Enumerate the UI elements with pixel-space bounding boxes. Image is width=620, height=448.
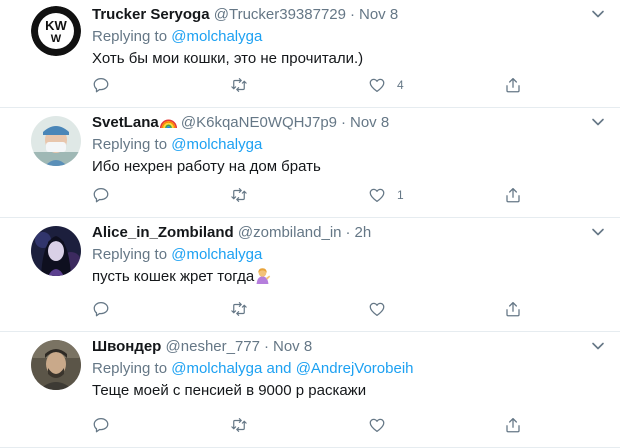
- person-tipping-hand-emoji-icon: [256, 268, 271, 284]
- mention-link[interactable]: @molchalyga: [171, 136, 262, 153]
- mention-link[interactable]: @molchalyga: [171, 28, 262, 45]
- display-name[interactable]: Alice_in_Zombiland: [92, 224, 234, 241]
- tweet-text-container: пусть кошек жрет тогда: [92, 267, 600, 287]
- avatar-logo-text: KW: [45, 18, 67, 33]
- tweet-header: SvetLana @K6kqaNE0WQHJ7p9 · Nov 8: [92, 113, 600, 133]
- display-name[interactable]: Швондер: [92, 338, 161, 355]
- chevron-down-icon[interactable]: [590, 6, 606, 22]
- tweet-actions: [92, 415, 532, 435]
- timestamp[interactable]: Nov 8: [273, 338, 312, 355]
- tweet-text: пусть кошек жрет тогда: [92, 268, 255, 285]
- like-button[interactable]: [368, 415, 397, 435]
- mention-joiner: and: [266, 360, 292, 377]
- share-button[interactable]: [504, 185, 522, 205]
- user-handle[interactable]: @K6kqaNE0WQHJ7p9: [181, 114, 337, 131]
- replying-label: Replying to: [92, 28, 168, 45]
- replying-to: Replying to @molchalyga: [92, 135, 600, 155]
- heart-icon: [369, 78, 385, 93]
- retweet-button[interactable]: [230, 299, 248, 319]
- tweet-text: Ибо нехрен работу на дом брать: [92, 158, 321, 175]
- tweet-actions: [92, 299, 532, 319]
- replying-to: Replying to @molchalyga: [92, 27, 600, 47]
- like-count: 4: [397, 78, 404, 92]
- chevron-down-icon[interactable]: [590, 224, 606, 240]
- share-icon: [506, 187, 520, 203]
- tweet-header: Alice_in_Zombiland @zombiland_in · 2h: [92, 223, 600, 243]
- tweet-text: Теще моей с пенсией в 9000 р раскажи: [92, 382, 367, 399]
- user-handle[interactable]: @Trucker39387729: [214, 6, 346, 23]
- timestamp[interactable]: 2h: [355, 224, 372, 241]
- display-name[interactable]: Trucker Seryoga: [92, 6, 210, 23]
- share-icon: [506, 301, 520, 317]
- mention-link[interactable]: @molchalyga: [171, 360, 262, 377]
- retweet-button[interactable]: [230, 415, 248, 435]
- user-handle[interactable]: @nesher_777: [166, 338, 260, 355]
- reply-icon: [93, 77, 109, 93]
- separator-dot: ·: [264, 338, 269, 355]
- avatar[interactable]: KW W: [31, 6, 81, 56]
- reply-button[interactable]: [92, 185, 110, 205]
- tweet[interactable]: Швондер @nesher_777 · Nov 8 Replying to @m…: [0, 332, 620, 448]
- share-icon: [506, 77, 520, 93]
- reply-button[interactable]: [92, 75, 110, 95]
- tweet-header: Швондер @nesher_777 · Nov 8: [92, 337, 600, 357]
- tweet-text: Хоть бы мои кошки, это не прочитали.): [92, 50, 364, 67]
- reply-feed: KW W Trucker Seryoga @Trucker39387729 · No…: [0, 0, 620, 448]
- retweet-icon: [231, 78, 247, 92]
- replying-label: Replying to: [92, 136, 168, 153]
- display-name[interactable]: SvetLana: [92, 114, 159, 131]
- replying-to: Replying to @molchalyga: [92, 245, 600, 265]
- reply-icon: [93, 417, 109, 433]
- rainbow-emoji-icon: [159, 119, 177, 129]
- share-icon: [506, 417, 520, 433]
- reply-icon: [93, 301, 109, 317]
- chevron-down-icon[interactable]: [590, 338, 606, 354]
- share-button[interactable]: [504, 75, 522, 95]
- like-count: 1: [397, 188, 404, 202]
- like-button[interactable]: [368, 299, 397, 319]
- tweet[interactable]: SvetLana @K6kqaNE0WQHJ7p9 · Nov 8 Replying…: [0, 108, 620, 218]
- retweet-button[interactable]: [230, 75, 248, 95]
- tweet-actions: 4: [92, 75, 532, 95]
- share-button[interactable]: [504, 415, 522, 435]
- svg-text:W: W: [51, 33, 62, 45]
- timestamp[interactable]: Nov 8: [350, 114, 389, 131]
- tweet[interactable]: Alice_in_Zombiland @zombiland_in · 2h Repl…: [0, 218, 620, 332]
- replying-label: Replying to: [92, 246, 168, 263]
- timestamp[interactable]: Nov 8: [359, 6, 398, 23]
- avatar[interactable]: [31, 116, 81, 166]
- user-handle[interactable]: @zombiland_in: [238, 224, 342, 241]
- reply-icon: [93, 187, 109, 203]
- avatar[interactable]: [31, 340, 81, 390]
- reply-button[interactable]: [92, 415, 110, 435]
- tweet-actions: 1: [92, 185, 532, 205]
- like-button[interactable]: 4: [368, 75, 404, 95]
- heart-icon: [369, 418, 385, 433]
- retweet-icon: [231, 188, 247, 202]
- mention-link[interactable]: @AndrejVorobeih: [296, 360, 414, 377]
- separator-dot: ·: [341, 114, 346, 131]
- replying-label: Replying to: [92, 360, 168, 377]
- avatar[interactable]: [31, 226, 81, 276]
- tweet-header: Trucker Seryoga @Trucker39387729 · Nov 8: [92, 5, 600, 25]
- retweet-icon: [231, 302, 247, 316]
- separator-dot: ·: [349, 6, 355, 23]
- heart-icon: [369, 188, 385, 203]
- retweet-icon: [231, 418, 247, 432]
- like-button[interactable]: 1: [368, 185, 404, 205]
- heart-icon: [369, 302, 385, 317]
- reply-button[interactable]: [92, 299, 110, 319]
- replying-to: Replying to @molchalyga and @AndrejVorob…: [92, 359, 600, 379]
- tweet[interactable]: KW W Trucker Seryoga @Trucker39387729 · No…: [0, 0, 620, 108]
- mention-link[interactable]: @molchalyga: [171, 246, 262, 263]
- retweet-button[interactable]: [230, 185, 248, 205]
- separator-dot: ·: [345, 224, 351, 241]
- chevron-down-icon[interactable]: [590, 114, 606, 130]
- share-button[interactable]: [504, 299, 522, 319]
